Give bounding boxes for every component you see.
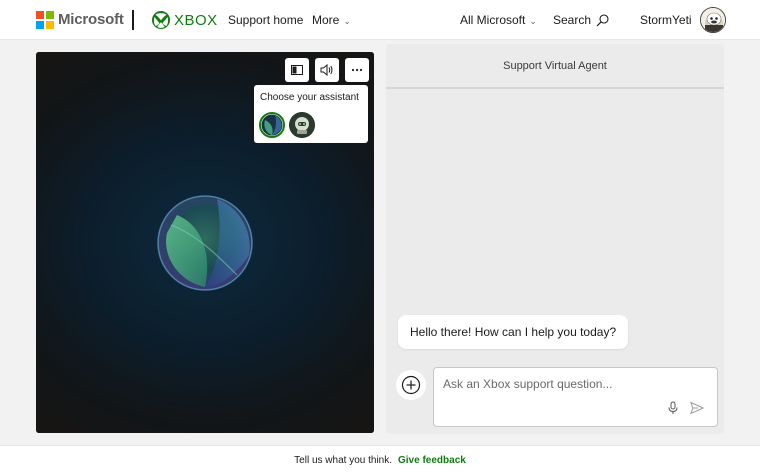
xbox-logo-icon bbox=[152, 11, 170, 29]
assistant-video-panel: Choose your assistant bbox=[36, 52, 374, 433]
assistant-option-orb[interactable] bbox=[259, 112, 285, 138]
chevron-down-icon: ⌄ bbox=[529, 16, 537, 26]
assistant-option-robot[interactable] bbox=[289, 112, 315, 138]
microsoft-brand-text[interactable]: Microsoft bbox=[58, 11, 124, 28]
add-attachment-button[interactable] bbox=[396, 370, 426, 400]
avatar[interactable] bbox=[700, 7, 726, 33]
robot-assistant-icon bbox=[289, 112, 315, 138]
layout-toggle-button[interactable] bbox=[285, 58, 309, 82]
nav-more[interactable]: More ⌄ bbox=[312, 13, 351, 27]
header-divider bbox=[132, 10, 134, 30]
nav-more-label: More bbox=[312, 13, 340, 27]
volume-button[interactable] bbox=[315, 58, 339, 82]
assistant-picker-title: Choose your assistant bbox=[260, 92, 359, 103]
microphone-icon[interactable] bbox=[667, 401, 679, 415]
avatar-yeti-icon bbox=[701, 8, 725, 32]
nav-all-microsoft[interactable]: All Microsoft ⌄ bbox=[460, 13, 537, 27]
assistant-orb bbox=[157, 195, 253, 291]
more-options-button[interactable] bbox=[345, 58, 369, 82]
chat-title: Support Virtual Agent bbox=[386, 44, 724, 89]
chevron-down-icon: ⌄ bbox=[343, 16, 351, 26]
assistant-picker: Choose your assistant bbox=[254, 85, 368, 143]
xbox-logo[interactable]: XBOX bbox=[151, 10, 218, 30]
orb-assistant-icon bbox=[261, 114, 283, 136]
layout-toggle-icon bbox=[291, 65, 303, 75]
chat-panel: Support Virtual Agent Hello there! How c… bbox=[386, 44, 724, 434]
feedback-prompt: Tell us what you think. bbox=[294, 455, 392, 466]
volume-icon bbox=[320, 64, 333, 76]
search-label: Search bbox=[553, 13, 592, 27]
give-feedback-link[interactable]: Give feedback bbox=[398, 455, 466, 466]
search-icon bbox=[596, 13, 609, 26]
agent-greeting-message: Hello there! How can I help you today? bbox=[398, 315, 629, 349]
send-icon[interactable] bbox=[690, 401, 704, 415]
microsoft-logo-icon[interactable] bbox=[36, 11, 54, 29]
site-header: Microsoft XBOX Support home More ⌄ All Mi… bbox=[0, 0, 760, 40]
chat-input-box bbox=[433, 367, 718, 427]
more-options-icon bbox=[351, 68, 363, 72]
nav-support-home[interactable]: Support home bbox=[228, 13, 303, 27]
feedback-footer: Tell us what you think. Give feedback bbox=[0, 445, 760, 475]
xbox-brand-text: XBOX bbox=[174, 11, 218, 29]
all-microsoft-label: All Microsoft bbox=[460, 13, 526, 27]
add-icon bbox=[401, 375, 421, 395]
search-button[interactable]: Search bbox=[553, 13, 609, 27]
account-name[interactable]: StormYeti bbox=[640, 13, 692, 27]
chat-input[interactable] bbox=[443, 377, 693, 391]
